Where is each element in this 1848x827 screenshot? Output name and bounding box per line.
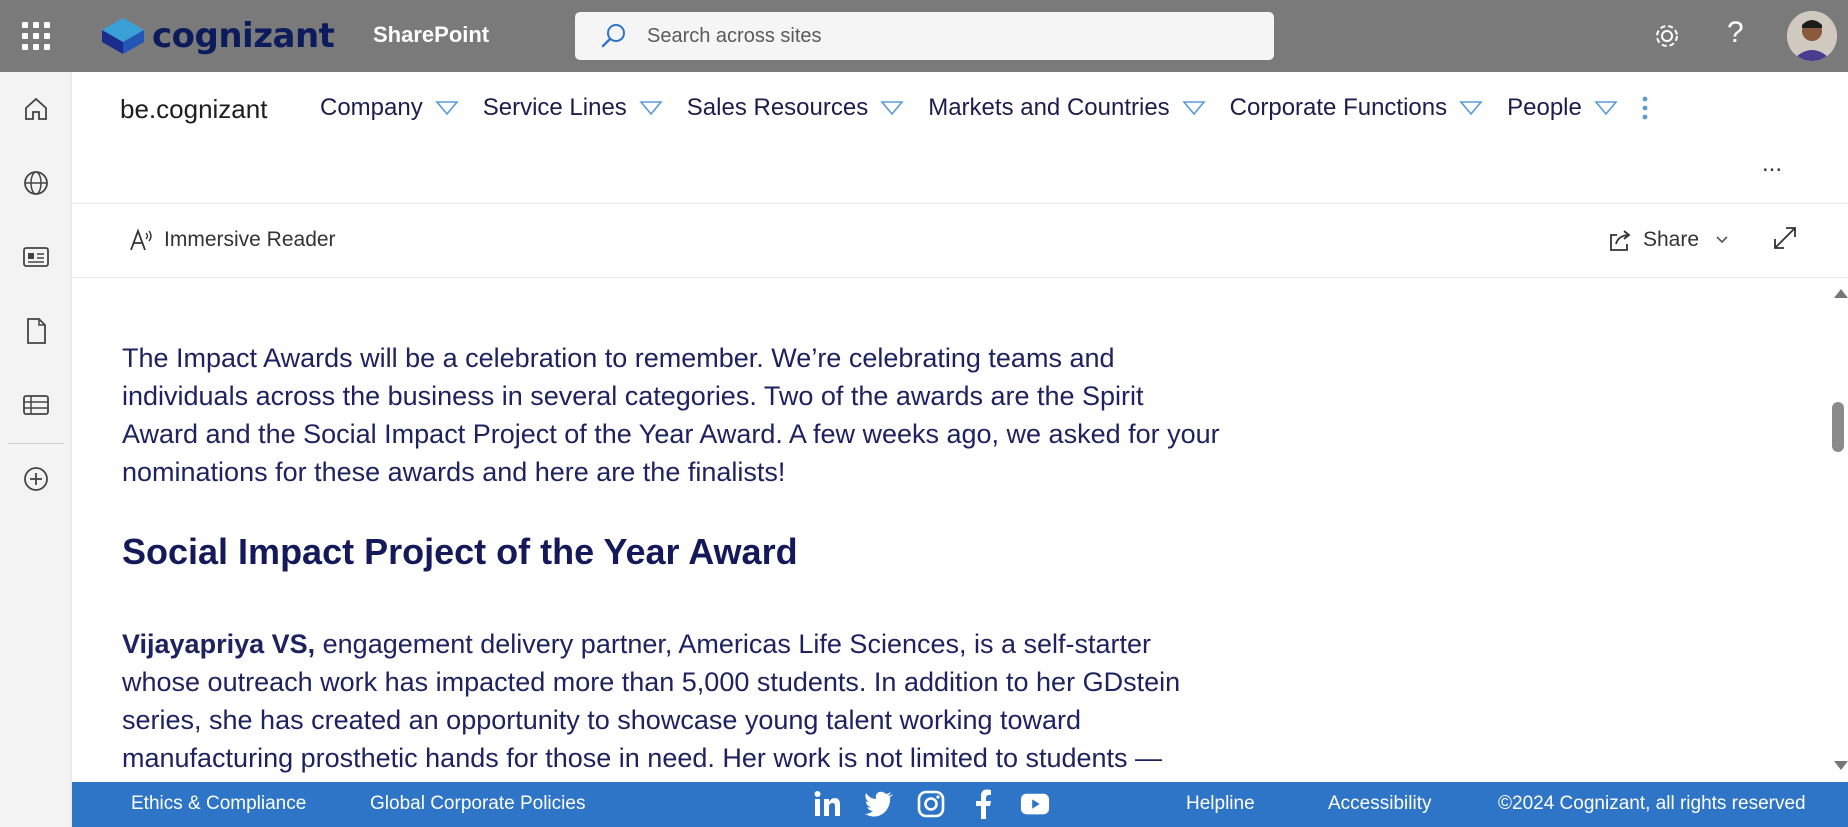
instagram-icon[interactable] xyxy=(916,788,946,820)
search-input[interactable] xyxy=(647,24,1207,48)
site-navigation: be.cognizant Company Service Lines Sales… xyxy=(72,72,1848,204)
footer-link-policies[interactable]: Global Corporate Policies xyxy=(370,793,585,815)
nav-item-sales-resources[interactable]: Sales Resources xyxy=(687,94,904,122)
dropdown-triangle-icon xyxy=(639,101,663,116)
dropdown-triangle-icon xyxy=(880,101,904,116)
search-box[interactable] xyxy=(575,12,1274,60)
intro-paragraph: The Impact Awards will be a celebration … xyxy=(122,343,1220,487)
twitter-icon[interactable] xyxy=(864,788,894,820)
nav-item-corporate-functions[interactable]: Corporate Functions xyxy=(1230,94,1483,122)
linkedin-icon[interactable] xyxy=(812,788,842,820)
dropdown-triangle-icon xyxy=(1459,101,1483,116)
nav-item-label: Markets and Countries xyxy=(928,94,1170,121)
nav-item-label: Sales Resources xyxy=(686,94,869,121)
globe-icon[interactable] xyxy=(21,168,51,198)
app-launcher-icon[interactable] xyxy=(22,22,50,50)
finalist-paragraph: Vijayapriya VS, engagement delivery part… xyxy=(122,625,1222,777)
vertical-scrollbar[interactable] xyxy=(1830,279,1848,782)
settings-gear-icon[interactable] xyxy=(1653,22,1681,55)
add-circle-icon[interactable] xyxy=(21,464,51,494)
dropdown-triangle-icon xyxy=(1594,101,1618,116)
footer-link-accessibility[interactable]: Accessibility xyxy=(1328,793,1431,815)
list-icon[interactable] xyxy=(21,390,51,420)
share-label: Share xyxy=(1643,228,1700,251)
nav-item-label: Corporate Functions xyxy=(1229,94,1448,121)
search-icon xyxy=(601,24,625,48)
brand-text: cognizant xyxy=(152,16,335,56)
cognizant-logo-mark xyxy=(102,18,144,54)
help-icon[interactable]: ? xyxy=(1727,16,1744,50)
youtube-icon[interactable] xyxy=(1020,788,1050,820)
site-name[interactable]: be.cognizant xyxy=(120,94,267,125)
home-icon[interactable] xyxy=(21,94,51,124)
scrollbar-thumb[interactable] xyxy=(1832,402,1844,452)
share-button[interactable]: Share xyxy=(1607,227,1729,253)
footer-copyright: ©2024 Cognizant, all rights reserved xyxy=(1498,793,1806,814)
footer-link-ethics[interactable]: Ethics & Compliance xyxy=(131,793,306,815)
more-options-button[interactable]: ... xyxy=(1762,150,1782,178)
dropdown-triangle-icon xyxy=(1181,101,1206,116)
cognizant-logo[interactable]: cognizant xyxy=(100,14,335,58)
nav-item-label: People xyxy=(1507,94,1582,121)
immersive-reader-icon xyxy=(130,228,152,251)
section-heading: Social Impact Project of the Year Award xyxy=(122,531,798,572)
nav-item-company[interactable]: Company xyxy=(320,94,459,122)
immersive-reader-label: Immersive Reader xyxy=(164,228,336,251)
finalist-name: Vijayapriya VS, xyxy=(122,629,316,659)
chevron-down-icon xyxy=(1716,236,1728,244)
article-body: The Impact Awards will be a celebration … xyxy=(122,339,1222,777)
nav-item-people[interactable]: People xyxy=(1507,94,1618,122)
nav-item-service-lines[interactable]: Service Lines xyxy=(483,94,663,122)
app-name[interactable]: SharePoint xyxy=(373,22,489,48)
scroll-up-arrow-icon[interactable] xyxy=(1834,289,1848,298)
nav-item-label: Service Lines xyxy=(482,94,627,121)
rail-divider xyxy=(8,443,64,444)
page-content: The Impact Awards will be a celebration … xyxy=(72,279,1830,782)
more-vertical-icon[interactable] xyxy=(1637,94,1653,129)
footer: Ethics & Compliance Global Corporate Pol… xyxy=(72,782,1848,827)
left-rail xyxy=(0,72,72,827)
scroll-down-arrow-icon[interactable] xyxy=(1834,761,1848,770)
nav-item-markets-and-countries[interactable]: Markets and Countries xyxy=(928,94,1206,122)
immersive-reader-button[interactable]: Immersive Reader xyxy=(128,227,336,253)
avatar[interactable] xyxy=(1787,11,1837,61)
command-bar: Immersive Reader Share xyxy=(72,205,1848,278)
nav-items: Company Service Lines Sales Resources Ma… xyxy=(320,94,1642,122)
news-icon[interactable] xyxy=(21,242,51,272)
suite-bar: cognizant SharePoint ? xyxy=(0,0,1848,72)
footer-link-helpline[interactable]: Helpline xyxy=(1186,793,1255,815)
share-icon xyxy=(1610,230,1631,251)
file-icon[interactable] xyxy=(21,316,51,346)
social-links xyxy=(812,788,1050,820)
expand-icon[interactable] xyxy=(1772,225,1798,256)
nav-item-label: Company xyxy=(320,94,423,121)
facebook-icon[interactable] xyxy=(968,788,998,820)
dropdown-triangle-icon xyxy=(435,101,459,116)
